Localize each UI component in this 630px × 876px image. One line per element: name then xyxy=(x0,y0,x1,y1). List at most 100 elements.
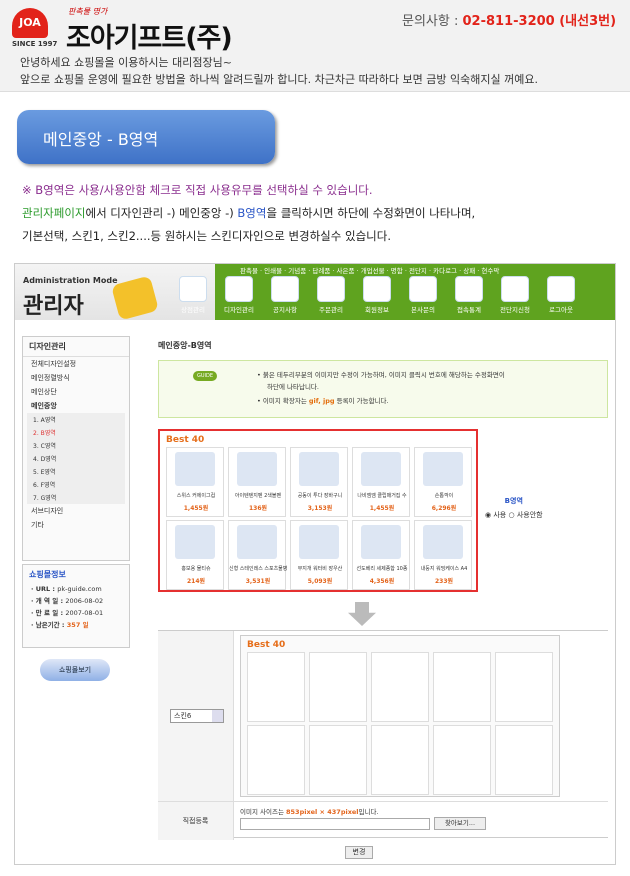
guide-box: GUIDE • 붉은 테두리부분의 이미지만 수정이 가능하며, 이미지 클릭시… xyxy=(158,360,608,418)
menu-design-admin[interactable]: 디자인관리 xyxy=(221,276,257,314)
radio-use-label[interactable]: 사용 xyxy=(493,511,506,519)
admin-title: 관리자 xyxy=(23,294,84,319)
menu-shop-admin[interactable]: 상점관리 xyxy=(175,276,211,314)
sidebar-subitem[interactable]: 6. F영역 xyxy=(27,478,125,491)
menu-notice[interactable]: 공지사항 xyxy=(267,276,303,314)
palette-icon xyxy=(225,276,253,302)
menu-label: 상점관리 xyxy=(181,306,205,314)
sidebar-subitem[interactable]: 3. C영역 xyxy=(27,439,125,452)
order-icon xyxy=(317,276,345,302)
product-name: 내둥지 워밍케이스 A4 xyxy=(420,566,468,572)
admin-screenshot: 판촉물 · 인쇄물 · 기념품 · 답례품 · 사은품 · 개업선물 · 명함 … xyxy=(14,263,616,865)
sidebar-item[interactable]: 메인상단 xyxy=(23,385,129,399)
guide-text-3c: 등록이 가능합니다. xyxy=(334,397,389,405)
sidebar-subitem[interactable]: 5. E영역 xyxy=(27,465,125,478)
radio-nouse-icon[interactable]: ○ xyxy=(508,511,514,519)
skin-select[interactable]: 스킨6 xyxy=(170,709,224,723)
change-button[interactable]: 변경 xyxy=(345,846,373,859)
product-card[interactable]: 나비엠엠 클립매거집 수 1,455원 xyxy=(352,447,410,517)
product-card[interactable]: 홍보용 물티슈 214원 xyxy=(166,520,224,590)
instruction-line-2: 관리자페이지에서 디자인관리 -) 메인중앙 -) B영역을 클릭하시면 하단에… xyxy=(22,205,475,221)
stats-icon xyxy=(455,276,483,302)
preview-cell xyxy=(309,725,367,795)
menu-flyer[interactable]: 전단지신청 xyxy=(497,276,533,314)
product-card[interactable]: 내둥지 워밍케이스 A4 233원 xyxy=(414,520,472,590)
admin-top-nav[interactable]: 판촉물 · 인쇄물 · 기념품 · 답례품 · 사은품 · 개업선물 · 명함 … xyxy=(240,265,499,275)
product-card[interactable]: 공동이 투다 장바구니 3,153원 xyxy=(290,447,348,517)
preview-cell xyxy=(247,652,305,722)
intro-line-1: 안녕하세요 쇼핑몰을 이용하시는 대리점장님~ xyxy=(20,56,232,69)
menu-label: 본사문의 xyxy=(411,306,435,314)
product-card[interactable]: 아이텐텐지펜 2색볼펜 136원 xyxy=(228,447,286,517)
product-name: 나비엠엠 클립매거집 수 xyxy=(357,493,407,499)
product-image xyxy=(299,525,339,559)
intro-line-2: 앞으로 쇼핑몰 운영에 필요한 방법을 하나씩 알려드릴까 합니다. 차근차근 … xyxy=(20,73,538,86)
product-image xyxy=(175,452,215,486)
shop-icon xyxy=(179,276,207,302)
menu-label: 공지사항 xyxy=(273,306,297,314)
info-value: 2006-08-02 xyxy=(65,597,104,605)
info-key: · 만 료 일 : xyxy=(31,609,66,617)
product-card[interactable]: 신형 스테인레스 스포츠물병 3,531원 xyxy=(228,520,287,590)
b-area-label: B영역 xyxy=(504,497,523,505)
best-title: Best 40 xyxy=(166,435,205,445)
page-header: JOA SINCE 1997 판촉물 명가 조아기프트(주) 문의사항 : 02… xyxy=(0,0,630,92)
sidebar-item[interactable]: 전체디자인설정 xyxy=(23,357,129,371)
product-card[interactable]: 손톱깍이 6,296원 xyxy=(414,447,472,517)
notice-icon xyxy=(271,276,299,302)
direct-upload-row: 직접등록 이미지 사이즈는 853pixel × 437pixel입니다. 찾아… xyxy=(158,801,608,840)
browse-button[interactable]: 찾아보기... xyxy=(434,817,486,830)
edit-form: 스킨6 Best 40 직접등록 이미지 사이즈는 853pixel × 437… xyxy=(158,630,608,840)
product-price: 136원 xyxy=(248,505,268,512)
menu-stats[interactable]: 접속통계 xyxy=(451,276,487,314)
shop-info-row: · URL : pk-guide.com xyxy=(23,584,129,594)
contact-number: 02-811-3200 (내선3번) xyxy=(462,14,617,29)
guide-badge: GUIDE xyxy=(193,371,217,381)
menu-label: 전단지신청 xyxy=(500,306,530,314)
product-card[interactable]: 스위스 커에이그컵 1,455원 xyxy=(166,447,224,517)
image-size-note: 이미지 사이즈는 853pixel × 437pixel입니다. xyxy=(240,806,379,816)
sidebar-item[interactable]: 기타 xyxy=(23,518,129,532)
sidebar-subitem[interactable]: 4. D영역 xyxy=(27,452,125,465)
radio-nouse-label[interactable]: 사용안함 xyxy=(517,511,543,519)
guide-ext: gif, jpg xyxy=(308,397,335,405)
guide-text-3: • 이미지 확장자는 gif, jpg 등록이 가능합니다. xyxy=(257,395,389,405)
sidebar-subitem[interactable]: 7. G영역 xyxy=(27,491,125,504)
sidebar-subitem-active[interactable]: 2. B영역 xyxy=(27,426,125,439)
size-note-a: 이미지 사이즈는 xyxy=(240,808,286,816)
best-products-area[interactable]: Best 40 스위스 커에이그컵 1,455원 아이텐텐지펜 2색볼펜 136원 … xyxy=(158,429,478,592)
product-name: 손톱깍이 xyxy=(434,493,454,499)
product-card[interactable]: 무지개 워터비 장우산 5,093원 xyxy=(290,520,348,590)
instruction-line-3: 기본선택, 스킨1, 스킨2....등 원하시는 스킨디자인으로 변경하실수 있… xyxy=(22,229,391,243)
sidebar-title: 디자인관리 xyxy=(23,337,129,357)
sidebar-item[interactable]: 서브디자인 xyxy=(23,504,129,518)
product-price: 3,531원 xyxy=(245,578,271,585)
view-shop-button[interactable]: 쇼핑몰보기 xyxy=(40,659,110,681)
admin-page-link: 관리자페이지 xyxy=(22,206,86,220)
product-image xyxy=(361,525,401,559)
product-image xyxy=(175,525,215,559)
product-price: 5,093원 xyxy=(307,578,333,585)
menu-orders[interactable]: 주문관리 xyxy=(313,276,349,314)
sidebar-item[interactable]: 메인정렬방식 xyxy=(23,371,129,385)
product-image xyxy=(361,452,401,486)
menu-members[interactable]: 회원정보 xyxy=(359,276,395,314)
skin-select-value: 스킨6 xyxy=(174,712,192,720)
product-image xyxy=(237,452,277,486)
info-key: · URL : xyxy=(31,585,58,593)
preview-cell xyxy=(495,725,553,795)
file-path-input[interactable] xyxy=(240,818,430,830)
product-card[interactable]: 선도베리 세제종합 10종 4,356원 xyxy=(352,520,410,590)
preview-cell xyxy=(433,725,491,795)
sidebar-subitem[interactable]: 1. A영역 xyxy=(27,413,125,426)
direct-upload-label: 직접등록 xyxy=(158,802,234,840)
menu-hq-inquiry[interactable]: 본사문의 xyxy=(405,276,441,314)
product-name: 선도베리 세제종합 10종 xyxy=(356,566,408,572)
skin-preview: Best 40 xyxy=(240,635,560,797)
product-name: 아이텐텐지펜 2색볼펜 xyxy=(234,493,282,499)
product-image xyxy=(423,525,463,559)
radio-use-icon[interactable]: ◉ xyxy=(485,511,491,519)
sidebar-item-main-center[interactable]: 메인중앙 xyxy=(23,399,129,413)
shop-info-row: · 개 역 일 : 2006-08-02 xyxy=(23,594,129,606)
menu-logout[interactable]: 로그아웃 xyxy=(543,276,579,314)
